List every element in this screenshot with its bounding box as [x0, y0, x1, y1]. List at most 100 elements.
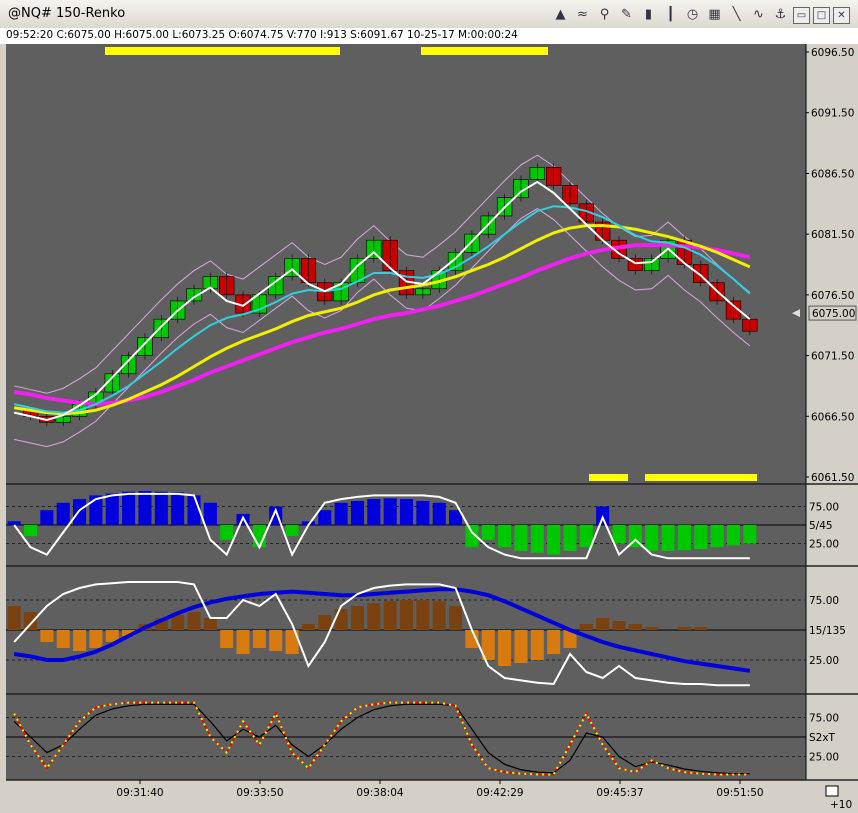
histogram-bar	[726, 525, 741, 546]
panel-level-label: 25.00	[809, 752, 839, 764]
price-tick-label: 6096.50	[811, 47, 854, 59]
histogram-bar	[318, 615, 332, 630]
price-tick-label: 6091.50	[811, 108, 854, 120]
histogram-bar	[301, 624, 315, 630]
histogram-bar	[547, 525, 561, 555]
price-axis	[806, 44, 858, 813]
panel-level-label: 75.00	[809, 502, 839, 514]
histogram-bar	[743, 525, 757, 544]
histogram-bar	[579, 525, 593, 548]
histogram-bar	[547, 630, 561, 654]
indicator-icon[interactable]: ⚲	[595, 5, 614, 24]
histogram-bar	[677, 525, 691, 551]
histogram-bar	[203, 502, 217, 525]
panel-level-label: 25.00	[809, 655, 839, 667]
histogram-bar	[367, 603, 381, 630]
histogram-bar	[187, 612, 201, 630]
histogram-bar	[432, 601, 446, 630]
toolbar: ▲ ≈ ⚲ ✎ ▮ ┃ ◷ ▦ ╲ ∿ ⚓ ▭ □ ✕	[551, 5, 850, 24]
histogram-bar	[399, 600, 414, 630]
histogram-bar	[318, 510, 332, 525]
restore-icon[interactable]: ▭	[793, 7, 810, 24]
close-icon[interactable]: ✕	[833, 7, 850, 24]
panel-level-label: 25.00	[809, 539, 839, 551]
histogram-bar	[236, 630, 250, 654]
time-tick-label: 09:42:29	[476, 787, 523, 799]
histogram-bar	[612, 621, 626, 630]
histogram-bar	[334, 502, 348, 525]
panel-level-label: 75.00	[809, 713, 839, 725]
histogram-bar	[334, 609, 348, 630]
time-tick-label: 09:33:50	[236, 787, 283, 799]
histogram-bar	[628, 624, 642, 630]
window-title: @NQ# 150-Renko	[8, 6, 126, 21]
grid-icon[interactable]: ▦	[705, 5, 724, 24]
histogram-bar	[563, 525, 577, 551]
time-tick-label: 09:45:37	[596, 787, 643, 799]
time-tick-label: 09:38:04	[356, 787, 403, 799]
histogram-bar	[138, 490, 152, 525]
histogram-bar	[56, 630, 70, 648]
session-marker	[645, 474, 757, 481]
wave-lines-icon[interactable]: ≈	[573, 5, 592, 24]
price-tick-label: 6081.50	[811, 229, 854, 241]
trend-icon[interactable]: ∿	[749, 5, 768, 24]
time-tick-label: 09:51:50	[716, 787, 763, 799]
histogram-bar	[645, 627, 659, 630]
histogram-bar	[694, 627, 708, 630]
bar-chart-icon[interactable]: ▮	[639, 5, 658, 24]
current-price-label: 6075.00	[812, 308, 855, 320]
histogram-bar	[154, 491, 168, 525]
pencil-icon[interactable]: ✎	[617, 5, 636, 24]
histogram-bar	[596, 618, 610, 630]
histogram-bar	[579, 624, 593, 630]
price-tick-label: 6076.50	[811, 290, 854, 302]
histogram-bar	[203, 618, 217, 630]
pin-icon[interactable]: ⚓	[771, 5, 790, 24]
panel-level-label: 75.00	[809, 595, 839, 607]
histogram-bar	[530, 525, 544, 553]
corner-label: +10	[830, 799, 852, 811]
histogram-bar	[7, 606, 21, 630]
panel-level-label: 5/45	[809, 520, 833, 532]
info-bar: 09:52:20 C:6075.00 H:6075.00 L:6073.25 O…	[0, 28, 858, 45]
histogram-bar	[416, 500, 430, 525]
histogram-bar	[498, 630, 512, 666]
chart-type-icon[interactable]: ▲	[551, 5, 570, 24]
scroll-icon	[825, 785, 839, 797]
histogram-bar	[350, 606, 365, 630]
panel-level-label: 15/135	[809, 625, 846, 637]
histogram-bar	[73, 499, 87, 525]
histogram-bar	[122, 491, 136, 525]
histogram-bar	[56, 502, 70, 525]
price-tick-label: 6071.50	[811, 351, 854, 363]
histogram-bar	[285, 525, 299, 537]
histogram-bar	[269, 630, 283, 651]
price-tick-label: 6061.50	[811, 472, 854, 484]
chart-area[interactable]: 6096.50 6091.50 6086.50 6081.50 6076.50 6071.…	[0, 44, 858, 813]
candle-icon[interactable]: ┃	[661, 5, 680, 24]
clock-icon[interactable]: ◷	[683, 5, 702, 24]
window-titlebar: @NQ# 150-Renko ▲ ≈ ⚲ ✎ ▮ ┃ ◷ ▦ ╲ ∿ ⚓ ▭ □ ✕	[0, 0, 858, 29]
histogram-bar	[645, 525, 659, 551]
maximize-icon[interactable]: □	[813, 7, 830, 24]
histogram-bar	[383, 601, 397, 630]
histogram-bar	[481, 525, 495, 540]
histogram-bar	[89, 630, 103, 648]
histogram-bar	[23, 525, 38, 537]
time-tick-label: 09:31:40	[116, 787, 163, 799]
histogram-bar	[694, 525, 708, 550]
histogram-bar	[530, 630, 544, 660]
histogram-bar	[220, 630, 234, 648]
draw-line-icon[interactable]: ╲	[727, 5, 746, 24]
histogram-bar	[677, 627, 691, 630]
histogram-bar	[661, 525, 675, 551]
histogram-bar	[40, 630, 54, 642]
plot-background	[6, 44, 806, 780]
histogram-bar	[449, 606, 463, 630]
histogram-bar	[350, 500, 365, 525]
histogram-bar	[498, 525, 512, 548]
histogram-bar	[73, 630, 87, 651]
session-marker	[589, 474, 628, 481]
histogram-bar	[171, 492, 185, 525]
